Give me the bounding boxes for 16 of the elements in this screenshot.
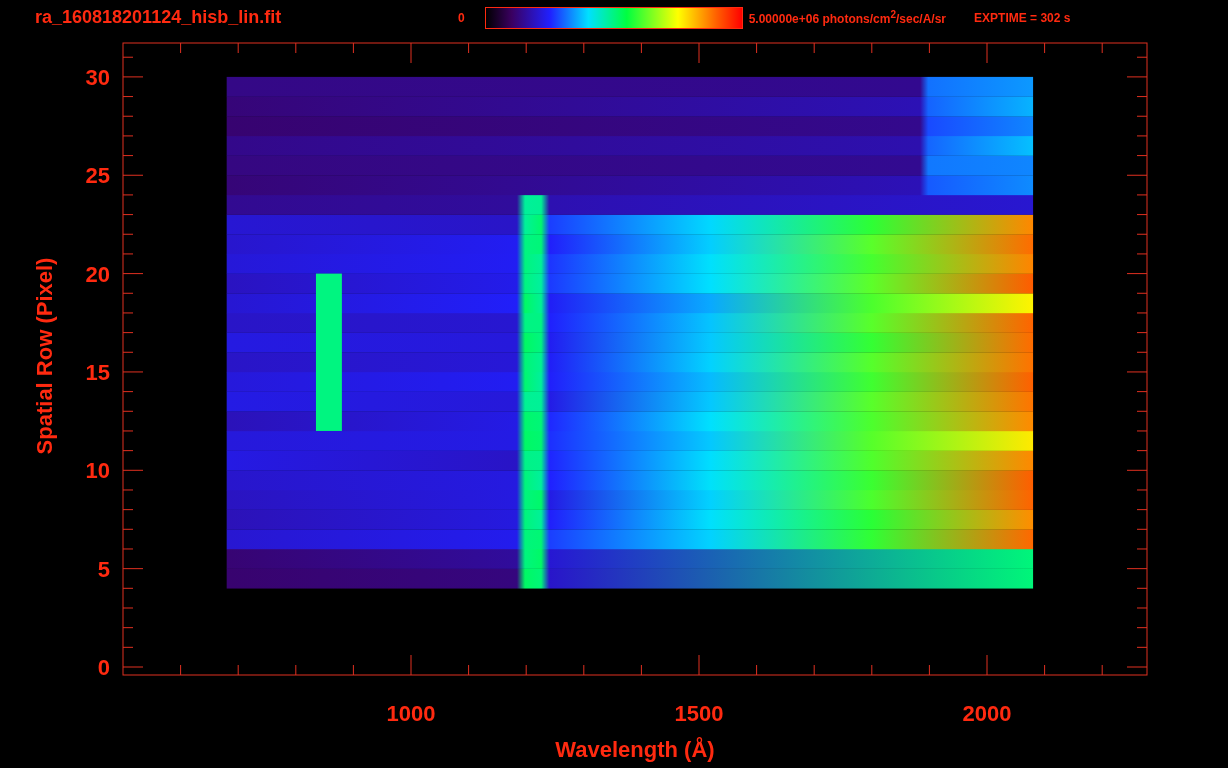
y-tick-label: 25: [85, 163, 110, 189]
x-tick-label: 1500: [674, 701, 724, 726]
x-tick-label: 2000: [962, 701, 1012, 726]
y-tick-label: 10: [85, 458, 110, 484]
colorbar-max-label: 5.00000e+06 photons/cm$^{2}$/sec/A/sr: [748, 9, 947, 26]
y-tick-label: 15: [85, 359, 110, 385]
y-axis-label: Spatial Row (Pixel): [32, 257, 57, 455]
exposure-time: EXPTIME = 302 s: [974, 10, 1071, 25]
file-title: ra_160818201124_hisb_lin.fit: [35, 7, 283, 28]
y-tick-label: 30: [85, 64, 110, 90]
y-tick-label: 0: [97, 655, 110, 680]
y-tick-label: 5: [97, 556, 110, 582]
x-axis-label: Wavelength (Å): [555, 737, 715, 762]
y-tick-label: 20: [85, 261, 110, 287]
x-tick-label: 1000: [386, 701, 436, 726]
colorbar-min-label: 0: [458, 10, 465, 25]
